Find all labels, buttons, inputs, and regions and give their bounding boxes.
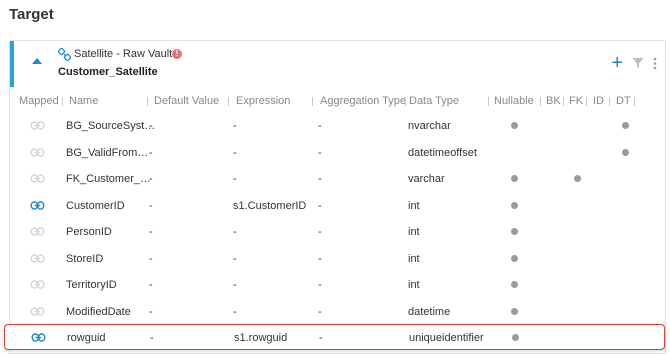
column-name: FK_Customer_… xyxy=(66,173,151,185)
expression: - xyxy=(233,226,237,238)
table-row[interactable]: PersonID - - - int xyxy=(10,219,665,245)
col-header-default-value[interactable]: Default Value xyxy=(154,95,219,107)
nullable-flag-dot xyxy=(511,175,518,182)
data-type: datetimeoffset xyxy=(408,146,477,159)
entity-type-label: Satellite - Raw Vault xyxy=(74,48,173,60)
table-row[interactable]: BG_ValidFrom… - - - datetimeoffset xyxy=(10,140,665,166)
default-value: - xyxy=(149,199,153,212)
table-row[interactable]: ModifiedDate - - - datetime xyxy=(10,299,665,325)
entity-header: Satellite - Raw Vault ! Customer_Satelli… xyxy=(10,41,665,87)
unmapped-link-icon[interactable] xyxy=(30,174,45,183)
col-header-data-type[interactable]: Data Type xyxy=(409,95,459,107)
column-name: CustomerID xyxy=(66,199,125,212)
nullable-flag-dot xyxy=(511,307,518,315)
table-row[interactable]: CustomerID - s1.CustomerID - int xyxy=(10,193,665,219)
satellite-icon xyxy=(58,48,71,61)
data-type: uniqueidentifier xyxy=(409,332,484,344)
aggregation-type: - xyxy=(318,199,322,212)
data-type: varchar xyxy=(408,173,445,185)
data-type: int xyxy=(408,226,420,238)
unmapped-link-icon[interactable] xyxy=(30,227,45,236)
default-value: - xyxy=(150,332,154,344)
col-header-nullable[interactable]: Nullable xyxy=(494,95,534,107)
collapse-caret-icon[interactable] xyxy=(32,58,42,64)
table-row[interactable]: FK_Customer_… - - - varchar xyxy=(10,166,665,192)
expression: - xyxy=(233,305,237,318)
table-row[interactable]: StoreID - - - int xyxy=(10,246,665,272)
column-name: ModifiedDate xyxy=(66,305,131,318)
table-header: Mapped Name Default Value Expression Agg… xyxy=(10,92,665,110)
default-value: - xyxy=(149,173,153,185)
default-value: - xyxy=(149,146,153,159)
aggregation-type: - xyxy=(318,173,322,185)
filter-icon xyxy=(632,58,644,68)
expression: - xyxy=(233,120,237,132)
expression: - xyxy=(233,279,237,291)
col-header-mapped[interactable]: Mapped xyxy=(19,95,59,107)
unmapped-link-icon[interactable] xyxy=(30,253,45,263)
nullable-flag-dot xyxy=(511,281,518,288)
column-name: BG_ValidFrom… xyxy=(66,146,149,159)
expression: s1.CustomerID xyxy=(233,199,307,212)
column-name: rowguid xyxy=(67,332,106,344)
column-name: StoreID xyxy=(66,252,104,265)
data-type: int xyxy=(408,252,420,265)
nullable-flag-dot xyxy=(511,201,518,209)
table-row[interactable]: BG_SourceSyst… - - - nvarchar xyxy=(10,113,665,139)
default-value: - xyxy=(149,252,153,265)
default-value: - xyxy=(149,305,153,318)
aggregation-type: - xyxy=(318,305,322,318)
aggregation-type: - xyxy=(318,279,322,291)
col-header-bk[interactable]: BK xyxy=(546,95,561,107)
column-name: TerritoryID xyxy=(66,279,117,291)
data-type: int xyxy=(408,279,420,291)
expression: - xyxy=(233,146,237,159)
fk-flag-dot xyxy=(574,175,581,182)
column-name: PersonID xyxy=(66,226,112,238)
dt-flag-dot xyxy=(622,148,629,156)
expression: s1.rowguid xyxy=(234,332,288,344)
nullable-flag-dot xyxy=(512,334,519,341)
data-type: int xyxy=(408,199,420,212)
expression: - xyxy=(233,173,237,185)
aggregation-type: - xyxy=(319,332,323,344)
nullable-flag-dot xyxy=(511,254,518,262)
default-value: - xyxy=(149,226,153,238)
data-type: datetime xyxy=(408,305,451,318)
entity-name: Customer_Satellite xyxy=(58,66,158,78)
warning-icon[interactable]: ! xyxy=(172,49,182,59)
default-value: - xyxy=(149,120,153,132)
add-column-button[interactable]: + xyxy=(611,53,623,73)
unmapped-link-icon[interactable] xyxy=(30,280,45,289)
mapped-link-icon[interactable] xyxy=(31,333,46,342)
unmapped-link-icon[interactable] xyxy=(30,306,45,316)
default-value: - xyxy=(149,279,153,291)
col-header-aggregation-type[interactable]: Aggregation Type xyxy=(320,95,406,107)
table-row[interactable]: TerritoryID - - - int xyxy=(10,272,665,298)
col-header-dt[interactable]: DT xyxy=(616,95,631,107)
aggregation-type: - xyxy=(318,226,322,238)
nullable-flag-dot xyxy=(511,122,518,129)
nullable-flag-dot xyxy=(511,228,518,235)
target-entity-card: Satellite - Raw Vault ! Customer_Satelli… xyxy=(4,40,666,354)
unmapped-link-icon[interactable] xyxy=(30,121,45,130)
data-type: nvarchar xyxy=(408,120,451,132)
aggregation-type: - xyxy=(318,120,322,132)
col-header-expression[interactable]: Expression xyxy=(236,95,290,107)
more-options-button[interactable] xyxy=(653,57,657,70)
kebab-menu-icon xyxy=(653,57,657,69)
filter-button[interactable] xyxy=(632,57,644,69)
col-header-name[interactable]: Name xyxy=(69,95,98,107)
aggregation-type: - xyxy=(318,146,322,159)
col-header-id[interactable]: ID xyxy=(593,95,604,107)
dt-flag-dot xyxy=(622,122,629,129)
column-name: BG_SourceSyst… xyxy=(66,120,156,132)
table-row[interactable]: rowguid - s1.rowguid - uniqueidentifier xyxy=(4,324,665,350)
expression: - xyxy=(233,252,237,265)
col-header-fk[interactable]: FK xyxy=(569,95,583,107)
aggregation-type: - xyxy=(318,252,322,265)
mapped-link-icon[interactable] xyxy=(30,200,45,210)
page-title: Target xyxy=(9,6,54,23)
unmapped-link-icon[interactable] xyxy=(30,147,45,157)
